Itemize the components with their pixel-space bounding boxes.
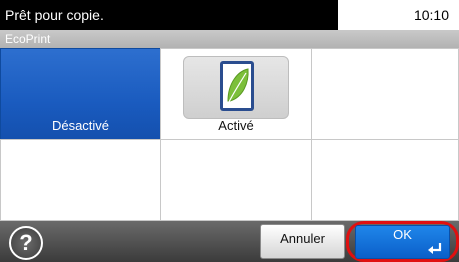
ok-label: OK (393, 227, 412, 242)
option-desactive[interactable]: Désactivé (0, 48, 161, 140)
option-empty-3 (160, 139, 312, 221)
ok-highlight-ring: OK (346, 221, 459, 262)
option-empty-4 (311, 139, 459, 221)
copy-screen: Prêt pour copie. 10:10 EcoPrint Désactiv… (0, 0, 459, 262)
help-icon: ? (19, 230, 33, 255)
status-clock: 10:10 (413, 7, 449, 23)
ok-button[interactable]: OK (355, 225, 450, 259)
option-empty-1 (311, 48, 459, 140)
option-empty-2 (0, 139, 161, 221)
status-bar: Prêt pour copie. 10:10 (0, 0, 459, 30)
option-active[interactable]: Activé (160, 48, 312, 140)
option-desactive-label: Désactivé (51, 118, 110, 133)
page-title: EcoPrint (0, 30, 459, 48)
help-button[interactable]: ? (9, 226, 43, 260)
option-active-label: Activé (218, 118, 254, 133)
enter-icon (428, 243, 442, 254)
cancel-button[interactable]: Annuler (260, 224, 345, 259)
status-message: Prêt pour copie. (0, 0, 338, 30)
option-grid: Désactivé Activé (0, 48, 459, 221)
leaf-icon (220, 61, 254, 111)
ecoprint-icon-tile (183, 56, 289, 119)
bottom-bar: ? Annuler OK (0, 221, 459, 262)
